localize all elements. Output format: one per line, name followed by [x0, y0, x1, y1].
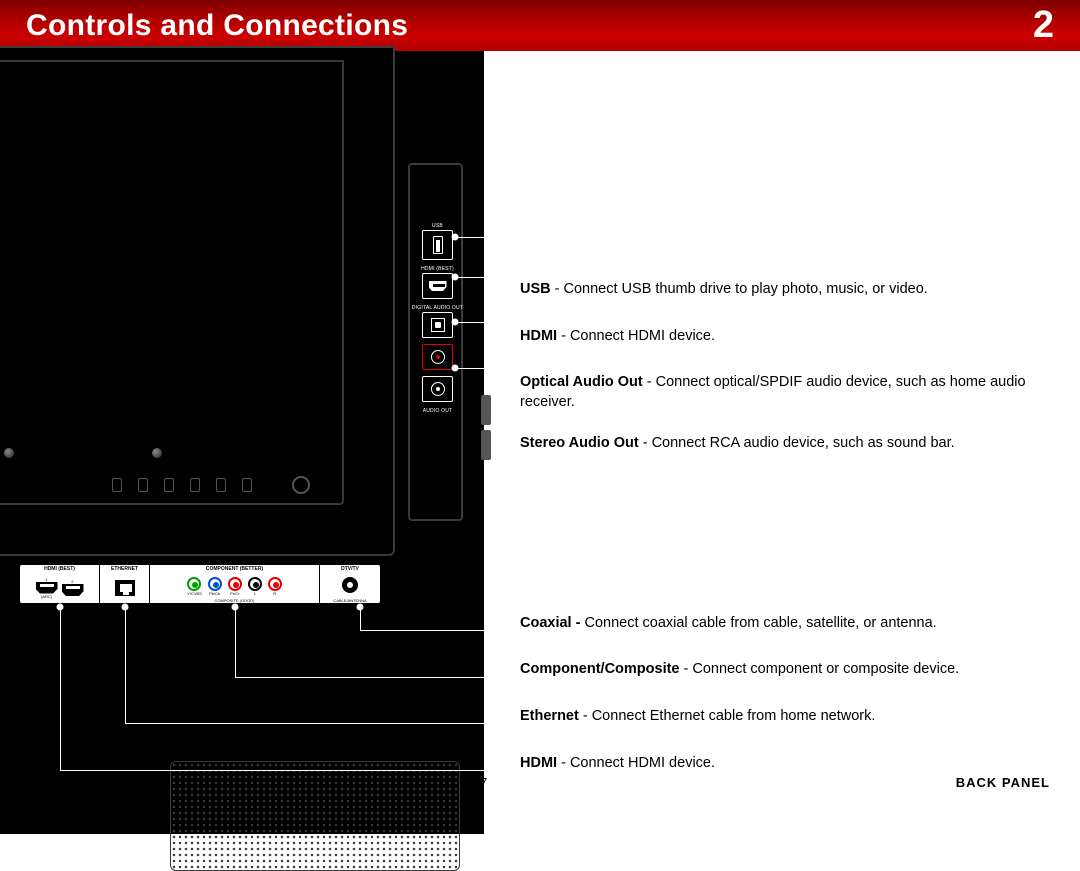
ethernet-port-icon: [115, 580, 135, 596]
page-title: Controls and Connections: [26, 9, 408, 43]
rca-red-icon: [228, 577, 242, 591]
desc-ethernet: Ethernet - Connect Ethernet cable from h…: [520, 707, 1050, 727]
hdmi2-label: 2: [71, 579, 73, 584]
callout-line: [60, 770, 510, 771]
desc-usb-title: USB: [520, 281, 551, 297]
cable-label: CABLE/ANTENNA: [333, 598, 366, 603]
hdmi1-label: 1: [45, 577, 47, 582]
callout-line: [235, 607, 236, 677]
callout-line: [360, 630, 510, 631]
component-group: COMPONENT (BETTER) Y/CVBS Pb/Cb Pr/Cr L …: [150, 565, 320, 603]
rca-white-port-icon: [422, 376, 453, 402]
port-descriptions: USB - Connect USB thumb drive to play ph…: [520, 275, 1050, 800]
callout-line: [455, 277, 510, 278]
l-label: L: [254, 591, 256, 596]
hdmi-group: HDMI (BEST) 1 (ARC) 2: [20, 565, 100, 603]
screw-icon: [4, 448, 14, 458]
desc-hdmi2-text: - Connect HDMI device.: [557, 755, 715, 771]
desc-eth-text: - Connect Ethernet cable from home netwo…: [579, 708, 876, 724]
rca-red2-icon: [268, 577, 282, 591]
callout-dot-icon: [57, 604, 64, 611]
header-bar: Controls and Connections 2: [0, 0, 1080, 51]
tv-back-inner: [0, 60, 344, 505]
hdmi-port-icon: [422, 273, 453, 299]
bottom-stubs: [112, 478, 252, 492]
desc-hdmi2-title: HDMI: [520, 755, 557, 771]
hdmi-port-label: HDMI (BEST): [421, 266, 454, 272]
desc-coax-text: Connect coaxial cable from cable, satell…: [584, 615, 936, 631]
page-number: 7: [480, 775, 487, 790]
hdmi-port-icon: [62, 584, 84, 596]
callout-line: [125, 723, 510, 724]
usb-port-label: USB: [432, 223, 443, 229]
optical-port-icon: [422, 312, 453, 338]
callout-line: [455, 322, 510, 323]
rca-white-icon: [248, 577, 262, 591]
ethernet-group: ETHERNET: [100, 565, 150, 603]
desc-optical: Optical Audio Out - Connect optical/SPDI…: [520, 373, 1050, 412]
desc-eth-title: Ethernet: [520, 708, 579, 724]
rca-red-port-icon: [422, 344, 453, 370]
desc-optical-title: Optical Audio Out: [520, 374, 643, 390]
port-stub-icon: [216, 478, 226, 492]
desc-stereo-title: Stereo Audio Out: [520, 435, 639, 451]
side-port-column: USB HDMI (BEST) DIGITAL AUDIO OUT AUDIO …: [422, 223, 453, 415]
prcr-label: Pr/Cr: [230, 591, 239, 596]
dtv-group: DTV/TV CABLE/ANTENNA: [320, 565, 380, 603]
desc-comp-title: Component/Composite: [520, 661, 680, 677]
callout-dot-icon: [452, 319, 459, 326]
desc-usb-text: - Connect USB thumb drive to play photo,…: [551, 281, 928, 297]
callout-line: [60, 607, 61, 770]
desc-hdmi-bottom: HDMI - Connect HDMI device.: [520, 754, 1050, 774]
port-stub-icon: [138, 478, 148, 492]
callout-dot-icon: [452, 365, 459, 372]
callout-dot-icon: [122, 604, 129, 611]
ycvbs-label: Y/CVBS: [187, 591, 202, 596]
screw-icon: [152, 448, 162, 458]
port-stub-icon: [190, 478, 200, 492]
port-stub-icon: [164, 478, 174, 492]
pbcb-label: Pb/Cb: [209, 591, 220, 596]
bottom-port-strip: HDMI (BEST) 1 (ARC) 2 ETHERNET COMPONENT…: [20, 565, 380, 603]
callout-dot-icon: [357, 604, 364, 611]
callout-dot-icon: [232, 604, 239, 611]
usb-port-icon: [422, 230, 453, 260]
coax-port-icon: [342, 577, 358, 593]
callout-line: [455, 368, 510, 369]
desc-coaxial: Coaxial - Connect coaxial cable from cab…: [520, 614, 1050, 634]
tv-back-body: USB HDMI (BEST) DIGITAL AUDIO OUT AUDIO …: [0, 46, 395, 556]
desc-hdmi-text: - Connect HDMI device.: [557, 328, 715, 344]
hdmi-port-icon: [36, 582, 58, 594]
speaker-grille-icon: [170, 761, 460, 871]
audio-out-port-label: AUDIO OUT: [423, 408, 453, 414]
chapter-number: 2: [1033, 4, 1054, 47]
coax-stub-icon: [292, 476, 310, 494]
composite-group-label: COMPOSITE (GOOD): [215, 598, 255, 603]
port-stub-icon: [242, 478, 252, 492]
section-label: BACK PANEL: [956, 775, 1050, 790]
desc-hdmi-title: HDMI: [520, 328, 557, 344]
desc-comp-text: - Connect component or composite device.: [680, 661, 960, 677]
callout-line: [455, 237, 510, 238]
callout-dot-icon: [452, 274, 459, 281]
optical-port-label: DIGITAL AUDIO OUT: [412, 305, 463, 311]
r-label: R: [273, 591, 276, 596]
callout-dot-icon: [452, 234, 459, 241]
desc-coax-title: Coaxial -: [520, 615, 584, 631]
desc-stereo: Stereo Audio Out - Connect RCA audio dev…: [520, 434, 1050, 454]
desc-component: Component/Composite - Connect component …: [520, 660, 1050, 680]
callout-line: [125, 607, 126, 723]
desc-stereo-text: - Connect RCA audio device, such as soun…: [639, 435, 955, 451]
rca-blue-icon: [208, 577, 222, 591]
tv-diagram-area: USB HDMI (BEST) DIGITAL AUDIO OUT AUDIO …: [0, 51, 484, 834]
rca-green-icon: [187, 577, 201, 591]
side-port-block: USB HDMI (BEST) DIGITAL AUDIO OUT AUDIO …: [408, 163, 463, 521]
arc-label: (ARC): [41, 594, 52, 599]
callout-line: [235, 677, 510, 678]
desc-hdmi: HDMI - Connect HDMI device.: [520, 327, 1050, 347]
desc-usb: USB - Connect USB thumb drive to play ph…: [520, 280, 1050, 300]
port-stub-icon: [112, 478, 122, 492]
page-footer: 7 BACK PANEL: [520, 775, 1050, 790]
